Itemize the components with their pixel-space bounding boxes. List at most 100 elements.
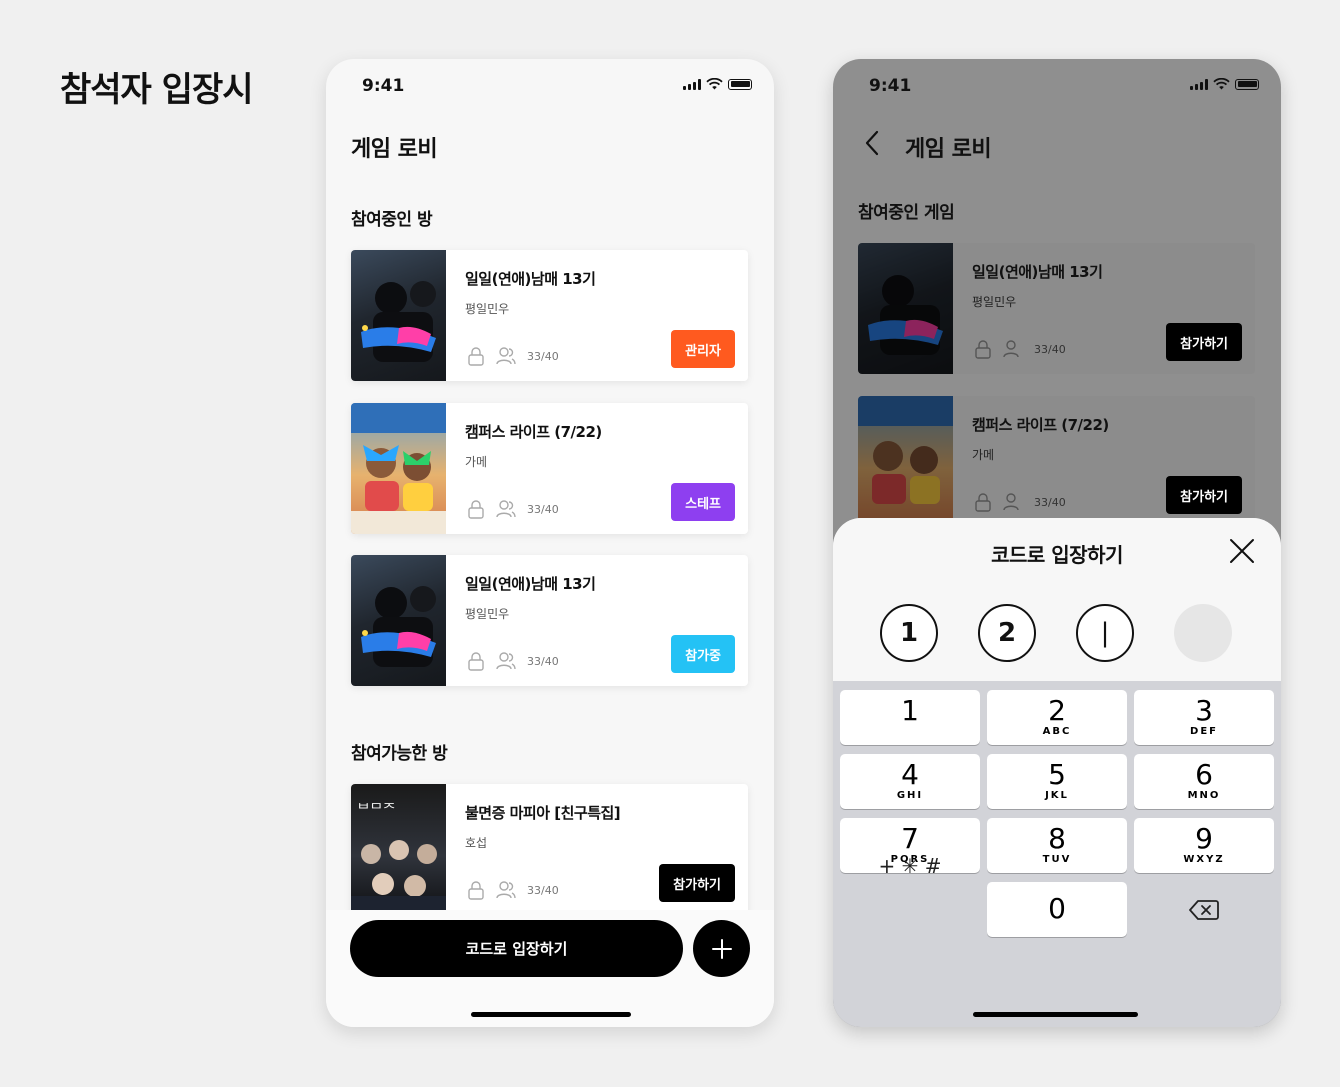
player-count: 33/40 <box>1034 495 1066 509</box>
status-time: 9:41 <box>362 76 405 96</box>
code-entry-phone: 9:41 게임 로비 참여중인 게임 일일(연애)남매 13기 평일민우 33/… <box>833 59 1281 1027</box>
keypad-symbols-key[interactable]: + ✳ # <box>840 838 980 893</box>
room-thumbnail <box>858 396 953 527</box>
enter-code-button[interactable]: 코드로 입장하기 <box>350 920 683 977</box>
room-name: 캠퍼스 라이프 (7/22) <box>465 423 602 441</box>
room-host: 가메 <box>972 448 995 462</box>
create-room-button[interactable] <box>693 920 750 977</box>
status-icons <box>1190 78 1259 90</box>
room-name: 일일(연애)남매 13기 <box>972 263 1103 281</box>
users-icon <box>1003 340 1019 358</box>
code-digit-slot: 1 <box>880 604 938 662</box>
svg-text:ᄇᄆᄌ: ᄇᄆᄌ <box>357 802 396 818</box>
keypad-delete-key[interactable] <box>1134 882 1274 937</box>
room-host: 가메 <box>465 455 488 469</box>
keypad-key-6[interactable]: 6 MNO <box>1134 754 1274 809</box>
lock-icon <box>468 500 484 519</box>
player-count: 33/40 <box>527 654 559 668</box>
player-count: 33/40 <box>527 883 559 897</box>
key-number: 9 <box>1195 822 1213 855</box>
available-room-card[interactable]: ᄇᄆᄌ 불면증 마피아 [친구특집] 호섭 33/40 참가하기 <box>351 784 748 915</box>
key-number: 1 <box>901 694 919 727</box>
users-icon <box>496 652 516 670</box>
room-host: 평일민우 <box>465 302 510 316</box>
nav-title: 게임 로비 <box>905 137 992 162</box>
room-name: 불면증 마피아 [친구특집] <box>465 804 621 822</box>
keypad-key-5[interactable]: 5 JKL <box>987 754 1127 809</box>
key-letters: ABC <box>1042 726 1072 737</box>
key-number: 0 <box>1048 892 1066 925</box>
key-letters: WXYZ <box>1183 854 1225 865</box>
join-button[interactable]: 참가하기 <box>1166 476 1242 514</box>
lock-icon <box>468 881 484 900</box>
keypad-key-4[interactable]: 4 GHI <box>840 754 980 809</box>
sheet-title: 코드로 입장하기 <box>991 543 1123 567</box>
room-host: 평일민우 <box>465 607 510 621</box>
join-button[interactable]: 참가하기 <box>1166 323 1242 361</box>
joined-room-card[interactable]: 일일(연애)남매 13기 평일민우 33/40 참가하기 <box>858 243 1255 374</box>
player-count: 33/40 <box>1034 342 1066 356</box>
users-icon <box>496 500 516 518</box>
home-indicator <box>471 1012 631 1017</box>
room-thumbnail <box>351 250 446 381</box>
status-time: 9:41 <box>869 76 912 96</box>
room-name: 캠퍼스 라이프 (7/22) <box>972 416 1109 434</box>
key-letters: JKL <box>1045 790 1069 801</box>
key-letters: GHI <box>896 790 924 801</box>
code-digit-slot-active[interactable]: | <box>1076 604 1134 662</box>
lock-icon <box>468 347 484 366</box>
lock-icon <box>468 652 484 671</box>
joined-room-card[interactable]: 일일(연애)남매 13기 평일민우 33/40 참가중 <box>351 555 748 686</box>
lock-icon <box>975 493 991 512</box>
key-letters: DEF <box>1190 726 1218 737</box>
keypad-key-1[interactable]: 1 <box>840 690 980 745</box>
key-letters: MNO <box>1187 790 1221 801</box>
keypad-key-9[interactable]: 9 WXYZ <box>1134 818 1274 873</box>
nav-title: 게임 로비 <box>351 137 438 162</box>
room-host: 호섭 <box>465 836 488 850</box>
key-number: 2 <box>1048 694 1066 727</box>
room-name: 일일(연애)남매 13기 <box>465 575 596 593</box>
player-count: 33/40 <box>527 349 559 363</box>
status-icons <box>683 78 752 90</box>
plus-icon <box>711 938 732 959</box>
keypad-key-0[interactable]: 0 <box>987 882 1127 937</box>
code-digit-slot <box>1174 604 1232 662</box>
signal-icon <box>1190 78 1208 90</box>
joined-room-card[interactable]: 일일(연애)남매 13기 평일민우 33/40 관리자 <box>351 250 748 381</box>
page-title: 참석자 입장시 <box>60 70 254 110</box>
room-thumbnail <box>351 403 446 534</box>
users-icon <box>1003 493 1019 511</box>
battery-icon <box>1235 78 1259 90</box>
keypad-key-8[interactable]: 8 TUV <box>987 818 1127 873</box>
keypad-key-2[interactable]: 2 ABC <box>987 690 1127 745</box>
lobby-phone: 9:41 게임 로비 참여중인 방 일일(연애)남매 13기 평일민우 33/4… <box>326 59 774 1027</box>
role-badge: 관리자 <box>671 330 735 368</box>
joined-room-card[interactable]: 캠퍼스 라이프 (7/22) 가메 33/40 참가하기 <box>858 396 1255 527</box>
users-icon <box>496 881 516 899</box>
keypad-key-3[interactable]: 3 DEF <box>1134 690 1274 745</box>
key-number: 5 <box>1048 758 1066 791</box>
users-icon <box>496 347 516 365</box>
joined-room-card[interactable]: 캠퍼스 라이프 (7/22) 가메 33/40 스테프 <box>351 403 748 534</box>
key-letters: TUV <box>1042 854 1072 865</box>
key-number: 8 <box>1048 822 1066 855</box>
battery-icon <box>728 78 752 90</box>
code-entry-header: 코드로 입장하기 1 2 | <box>833 518 1281 681</box>
key-number: 3 <box>1195 694 1213 727</box>
available-section-title: 참여가능한 방 <box>351 744 448 764</box>
back-arrow-icon[interactable] <box>863 129 881 157</box>
key-number: 4 <box>901 758 919 791</box>
section-title: 참여중인 게임 <box>858 203 955 223</box>
key-number: 6 <box>1195 758 1213 791</box>
join-button[interactable]: 참가하기 <box>659 864 735 902</box>
room-thumbnail <box>351 555 446 686</box>
signal-icon <box>683 78 701 90</box>
player-count: 33/40 <box>527 502 559 516</box>
room-host: 평일민우 <box>972 295 1017 309</box>
home-indicator <box>973 1012 1138 1017</box>
close-icon[interactable] <box>1229 538 1255 564</box>
code-digit-slot: 2 <box>978 604 1036 662</box>
code-entry-sheet: 코드로 입장하기 1 2 | 1 2 ABC 3 DEF 4 GHI 5 JKL 6 MN… <box>833 518 1281 1027</box>
backspace-icon <box>1189 899 1219 920</box>
